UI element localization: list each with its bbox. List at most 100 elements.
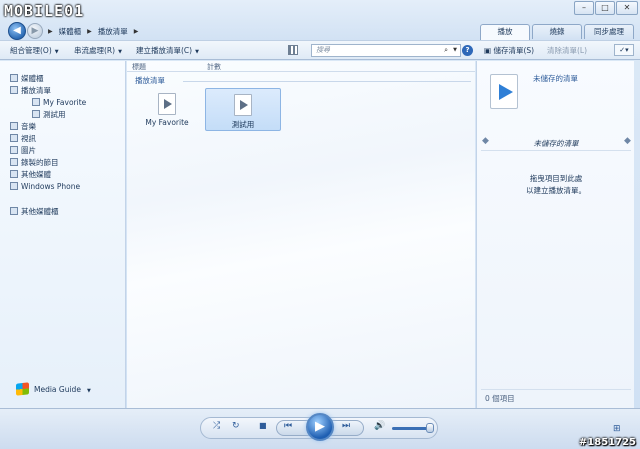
navigation-bar: MOBILE01 – □ ✕ ◀ ▶ ▶ 媒體櫃 ▶ 播放清單 ▶ 播放 燒錄 … bbox=[0, 0, 640, 40]
back-arrow-icon: ◀ bbox=[13, 25, 21, 36]
nav-videos[interactable]: 視訊 bbox=[10, 133, 36, 145]
nav-library[interactable]: 媒體櫃 bbox=[10, 73, 44, 85]
group-header: 播放清單 bbox=[135, 76, 165, 85]
breadcrumb-library[interactable]: 媒體櫃 bbox=[59, 26, 82, 37]
tile-label: My Favorite bbox=[145, 118, 189, 127]
switch-to-now-playing-icon[interactable]: ⊞ bbox=[613, 424, 623, 434]
create-playlist-button[interactable]: 建立播放清單(C) ▼ bbox=[136, 45, 199, 56]
nav-playlist-item[interactable]: 測試用 bbox=[32, 109, 66, 121]
list-options-button[interactable]: ✓▾ bbox=[614, 44, 634, 56]
chevron-down-icon: ▼ bbox=[118, 49, 122, 55]
playlist-icon bbox=[234, 94, 252, 116]
play-button[interactable]: ▶ bbox=[306, 413, 334, 441]
nav-windows-phone[interactable]: Windows Phone bbox=[10, 181, 80, 193]
organize-button[interactable]: 組合管理(O) ▼ bbox=[10, 45, 59, 56]
previous-icon[interactable]: ⏮ bbox=[284, 421, 292, 431]
forward-button[interactable]: ▶ bbox=[27, 23, 43, 39]
tv-icon bbox=[10, 158, 18, 166]
divider bbox=[481, 150, 631, 151]
chevron-down-icon: ▼ bbox=[54, 49, 59, 55]
next-icon[interactable]: ⏭ bbox=[342, 421, 350, 431]
help-icon[interactable]: ? bbox=[462, 45, 473, 56]
picture-icon bbox=[10, 146, 18, 154]
watermark-logo: MOBILE01 bbox=[4, 2, 85, 20]
search-placeholder: 搜尋 bbox=[316, 46, 330, 54]
nav-label: 媒體櫃 bbox=[21, 74, 44, 83]
player-controls: ⤮ ↻ ■ ⏮ ▶ ⏭ 🔊 ⊞ bbox=[0, 408, 640, 449]
chevron-right-icon: ▶ bbox=[87, 27, 92, 35]
other-libraries-icon bbox=[10, 207, 18, 215]
nav-music[interactable]: 音樂 bbox=[10, 121, 36, 133]
nav-label: Windows Phone bbox=[21, 182, 81, 191]
nav-pictures[interactable]: 圖片 bbox=[10, 145, 36, 157]
save-list-label: 儲存清單(S) bbox=[493, 46, 535, 55]
speaker-icon[interactable]: 🔊 bbox=[374, 421, 385, 431]
save-list-button[interactable]: ▣ 儲存清單(S) bbox=[484, 45, 534, 56]
search-input[interactable]: 搜尋 ⌕ ▼ bbox=[311, 44, 461, 57]
chevron-down-icon: ▼ bbox=[86, 388, 91, 394]
nav-playlist-item[interactable]: My Favorite bbox=[32, 97, 86, 109]
toolbar: 組合管理(O) ▼ 串流處理(R) ▼ 建立播放清單(C) ▼ 搜尋 ⌕ ▼ ? ▣ 儲存… bbox=[0, 40, 640, 60]
chevron-down-icon[interactable]: ▼ bbox=[453, 45, 457, 56]
nav-label: 測試用 bbox=[43, 110, 66, 119]
library-icon bbox=[10, 74, 18, 82]
nav-recorded-tv[interactable]: 錄製的節目 bbox=[10, 157, 59, 169]
view-options-icon[interactable] bbox=[288, 45, 298, 55]
column-count[interactable]: 計數 bbox=[207, 62, 221, 72]
back-button[interactable]: ◀ bbox=[8, 22, 26, 40]
nav-label: 圖片 bbox=[21, 146, 36, 155]
tab-sync[interactable]: 同步處理 bbox=[584, 24, 634, 39]
tab-play[interactable]: 播放 bbox=[480, 24, 530, 40]
arrow-right-icon[interactable]: ◆ bbox=[624, 136, 631, 146]
navigation-pane: 媒體櫃 播放清單 My Favorite 測試用 音樂 視訊 圖片 錄製的節目 … bbox=[0, 61, 126, 408]
breadcrumb-playlists[interactable]: 播放清單 bbox=[98, 26, 128, 37]
item-count: 0 個項目 bbox=[485, 394, 515, 403]
maximize-button[interactable]: □ bbox=[595, 1, 615, 15]
drag-hint-line: 拖曳項目到此處 bbox=[529, 174, 583, 183]
minimize-button[interactable]: – bbox=[574, 1, 594, 15]
nav-label: 錄製的節目 bbox=[21, 158, 59, 167]
media-guide-label: Media Guide bbox=[34, 385, 81, 394]
group-divider bbox=[183, 81, 471, 82]
stream-label: 串流處理(R) bbox=[74, 46, 116, 55]
close-button[interactable]: ✕ bbox=[616, 1, 638, 15]
stream-button[interactable]: 串流處理(R) ▼ bbox=[74, 45, 122, 56]
nav-playlists[interactable]: 播放清單 bbox=[10, 85, 51, 97]
other-media-icon bbox=[10, 170, 18, 178]
shuffle-icon[interactable]: ⤮ bbox=[213, 421, 220, 431]
forward-arrow-icon: ▶ bbox=[31, 26, 39, 36]
nav-label: 其他媒體 bbox=[21, 170, 51, 179]
phone-icon bbox=[10, 182, 18, 190]
stop-icon[interactable]: ■ bbox=[259, 421, 267, 430]
volume-handle[interactable] bbox=[426, 423, 434, 433]
clear-list-button[interactable]: 清除清單(L) bbox=[547, 45, 587, 56]
search-icon[interactable]: ⌕ bbox=[444, 45, 448, 56]
create-playlist-label: 建立播放清單(C) bbox=[136, 46, 193, 55]
column-title[interactable]: 標題 bbox=[132, 62, 146, 72]
nav-other-media[interactable]: 其他媒體 bbox=[10, 169, 51, 181]
list-title[interactable]: 未儲存的清單 bbox=[533, 73, 578, 84]
media-player-window: MOBILE01 – □ ✕ ◀ ▶ ▶ 媒體櫃 ▶ 播放清單 ▶ 播放 燒錄 … bbox=[0, 0, 640, 449]
drag-hint: 拖曳項目到此處 以建立播放清單。 bbox=[477, 173, 635, 197]
watermark-id: #1851725 bbox=[578, 437, 636, 448]
nav-other-libraries[interactable]: 其他媒體櫃 bbox=[10, 206, 59, 218]
windows-logo-icon bbox=[16, 382, 29, 396]
playlist-icon bbox=[32, 98, 40, 106]
breadcrumb: ▶ 媒體櫃 ▶ 播放清單 ▶ bbox=[48, 25, 138, 37]
nav-label: 音樂 bbox=[21, 122, 36, 131]
chevron-right-icon: ▶ bbox=[48, 27, 53, 35]
nav-label: 播放清單 bbox=[21, 86, 51, 95]
media-guide-button[interactable]: Media Guide ▼ bbox=[16, 382, 91, 396]
playlist-tile[interactable]: My Favorite bbox=[129, 88, 205, 131]
tab-burn[interactable]: 燒錄 bbox=[532, 24, 582, 39]
column-header: 標題 計數 bbox=[127, 61, 475, 72]
nav-label: My Favorite bbox=[43, 98, 87, 107]
nav-label: 視訊 bbox=[21, 134, 36, 143]
video-icon bbox=[10, 134, 18, 142]
chevron-down-icon: ▼ bbox=[195, 49, 199, 55]
organize-label: 組合管理(O) bbox=[10, 46, 52, 55]
repeat-icon[interactable]: ↻ bbox=[232, 421, 240, 431]
music-icon bbox=[10, 122, 18, 130]
tab-strip: 播放 燒錄 同步處理 bbox=[480, 24, 634, 40]
playlist-tile-selected[interactable]: 測試用 bbox=[205, 88, 281, 131]
